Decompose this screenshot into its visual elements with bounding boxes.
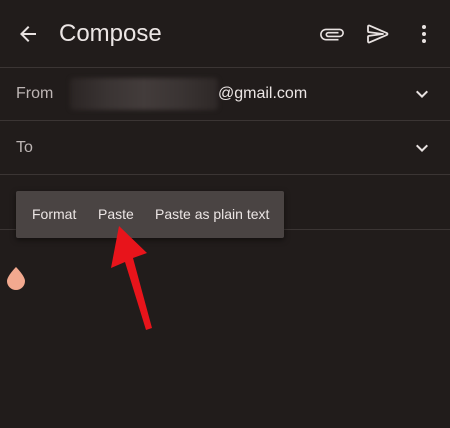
- text-selection-menu: Format Paste Paste as plain text: [16, 191, 284, 238]
- menu-item-paste-as-plain-text[interactable]: Paste as plain text: [155, 191, 269, 238]
- chevron-down-icon: [416, 90, 428, 98]
- arrow-left-icon: [20, 26, 36, 42]
- menu-item-format[interactable]: Format: [32, 191, 76, 238]
- app-bar: Compose: [0, 0, 450, 68]
- more-options-button[interactable]: [410, 18, 438, 50]
- page-title: Compose: [59, 20, 162, 47]
- redacted-email-username: [70, 78, 218, 110]
- to-field[interactable]: To: [0, 121, 450, 175]
- more-vert-icon: [422, 25, 426, 43]
- from-expand-button[interactable]: [408, 81, 436, 107]
- back-button[interactable]: [12, 18, 44, 50]
- chevron-down-icon: [416, 144, 428, 152]
- send-button[interactable]: [362, 18, 394, 50]
- from-field[interactable]: From @gmail.com: [0, 67, 450, 121]
- text-cursor-handle[interactable]: [6, 266, 26, 290]
- from-email-domain: @gmail.com: [218, 85, 308, 102]
- menu-item-paste[interactable]: Paste: [98, 191, 134, 238]
- attach-button[interactable]: [316, 18, 348, 50]
- paperclip-icon: [320, 28, 344, 41]
- to-expand-button[interactable]: [408, 135, 436, 161]
- divider: [0, 174, 450, 175]
- to-label: To: [16, 139, 33, 156]
- from-label: From: [16, 85, 54, 102]
- send-icon: [367, 24, 389, 44]
